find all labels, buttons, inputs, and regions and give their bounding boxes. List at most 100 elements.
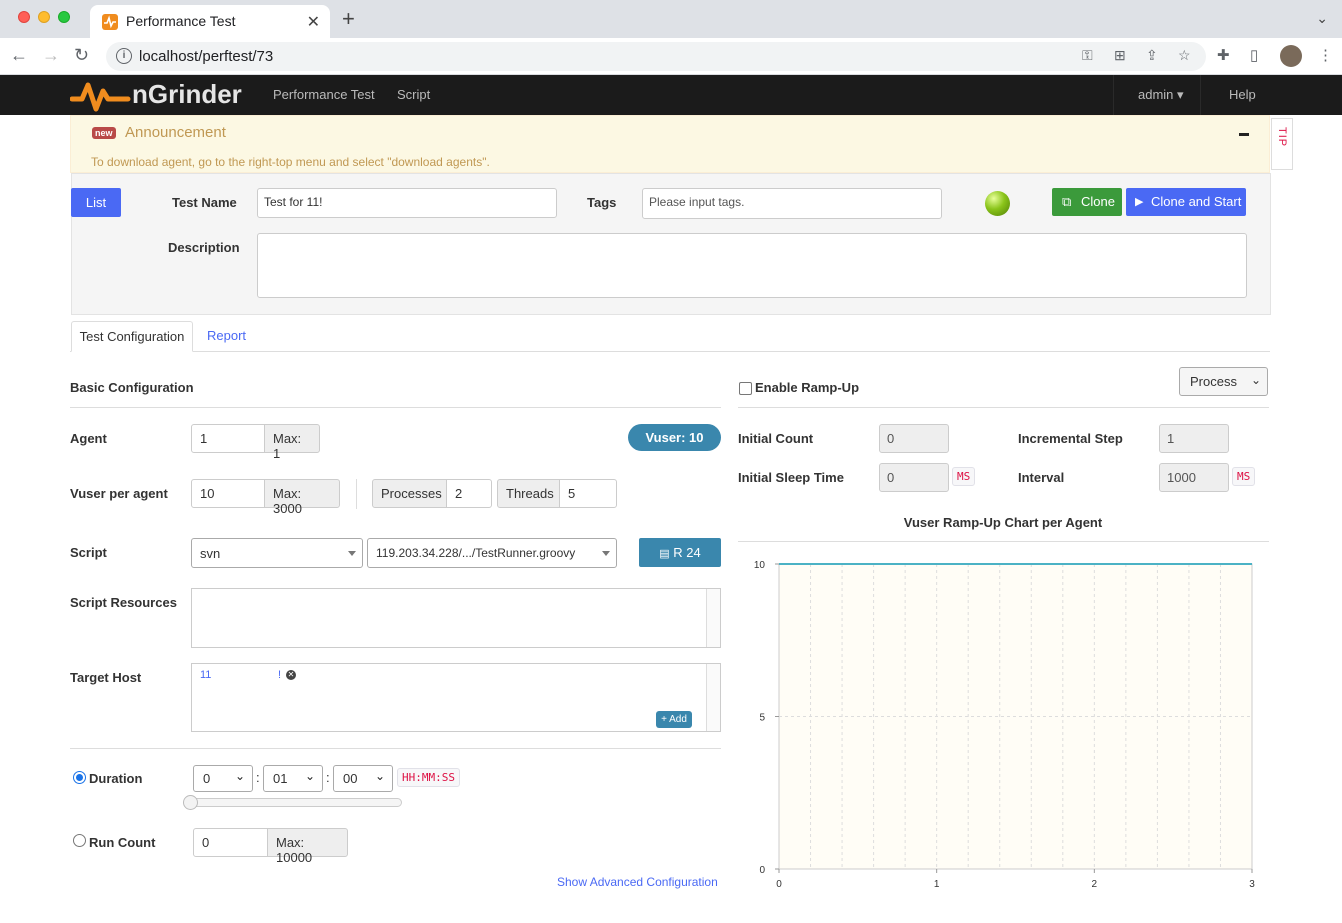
section-divider	[70, 407, 721, 408]
nav-divider	[1113, 75, 1114, 115]
duration-hours-select[interactable]: 0 ⌄	[193, 765, 253, 792]
interval-input[interactable]: 1000	[1159, 463, 1229, 492]
processes-input[interactable]: 2	[446, 479, 492, 508]
tabs-divider	[70, 351, 1270, 352]
tags-input[interactable]: Please input tags.	[642, 188, 942, 219]
vuser-per-agent-input[interactable]: 10	[191, 479, 265, 508]
vuser-total-badge: Vuser: 10	[628, 424, 721, 451]
duration-seconds-select[interactable]: 00 ⌄	[333, 765, 393, 792]
forward-arrow-icon[interactable]: →	[42, 45, 60, 66]
run-count-max-addon: Max: 10000	[267, 828, 348, 865]
site-info-icon[interactable]: i	[116, 48, 132, 64]
chart-x-tick-label: 0	[776, 879, 782, 890]
run-count-input[interactable]: 0	[193, 828, 268, 857]
side-panel-icon[interactable]: ▯	[1250, 46, 1258, 64]
chevron-down-icon: ⌄	[1250, 373, 1261, 387]
tab-close-icon[interactable]: ✕	[307, 12, 320, 32]
chart-x-tick-label: 3	[1249, 879, 1255, 890]
script-file-select[interactable]: 119.203.34.228/.../TestRunner.groovy	[367, 538, 617, 568]
announcement-title: Announcement	[125, 124, 226, 141]
target-host-tag[interactable]: 11	[200, 669, 211, 681]
nav-help[interactable]: Help	[1229, 87, 1256, 102]
logo-text: nGrinder	[132, 79, 242, 109]
show-advanced-config-link[interactable]: Show Advanced Configuration	[557, 875, 718, 889]
basic-config-title: Basic Configuration	[70, 380, 194, 395]
tip-tab[interactable]: TIP	[1271, 118, 1293, 170]
tab-report[interactable]: Report	[207, 328, 246, 343]
script-resources-box[interactable]	[191, 588, 721, 648]
scrollbar[interactable]	[706, 589, 720, 647]
script-repo-select[interactable]: svn	[191, 538, 363, 568]
rampup-chart: 0 5 10 0 1 2 3	[754, 560, 1255, 890]
chart-y-tick-label: 5	[759, 713, 765, 724]
list-button[interactable]: List	[71, 188, 121, 217]
key-icon[interactable]: ⚿	[1082, 47, 1093, 64]
time-separator: :	[256, 770, 260, 785]
add-host-button[interactable]: + Add	[656, 711, 692, 728]
test-status-icon[interactable]	[985, 191, 1010, 216]
back-arrow-icon[interactable]: ←	[10, 45, 28, 66]
vuser-per-agent-label: Vuser per agent	[70, 486, 168, 501]
announcement-panel: new Announcement To download agent, go t…	[70, 115, 1270, 173]
script-file-value: 119.203.34.228/.../TestRunner.groovy	[376, 546, 576, 560]
chart-x-tick-label: 2	[1092, 879, 1098, 890]
collapse-icon[interactable]	[1239, 133, 1249, 136]
description-label: Description	[168, 240, 240, 255]
tags-label: Tags	[587, 195, 617, 210]
chart-y-tick-label: 10	[754, 560, 766, 571]
translate-icon[interactable]: ⊞	[1114, 47, 1126, 64]
vuser-max-addon: Max: 3000	[264, 479, 340, 516]
extensions-puzzle-icon[interactable]: ✚	[1217, 46, 1230, 64]
incremental-step-input[interactable]: 1	[1159, 424, 1229, 453]
close-window-button[interactable]	[18, 11, 30, 23]
agent-count-input[interactable]: 1	[191, 424, 265, 453]
run-count-radio[interactable]	[73, 834, 86, 847]
nav-script[interactable]: Script	[397, 87, 430, 102]
clone-button-label: Clone	[1081, 194, 1115, 209]
reload-icon[interactable]: ↻	[74, 45, 89, 66]
revision-label: R 24	[673, 545, 701, 560]
profile-avatar[interactable]	[1280, 45, 1302, 67]
duration-minutes-select[interactable]: 01 ⌄	[263, 765, 323, 792]
test-name-label: Test Name	[172, 195, 237, 210]
duration-slider-handle[interactable]	[183, 795, 198, 810]
vertical-divider	[356, 479, 357, 509]
chevron-down-icon: ⌄	[304, 769, 315, 783]
description-textarea[interactable]	[257, 233, 1247, 298]
duration-label: Duration	[89, 771, 143, 786]
new-tab-button[interactable]: +	[342, 6, 355, 32]
target-host-box[interactable]: 11 ! ✕ + Add	[191, 663, 721, 732]
rampup-mode-select[interactable]: Process ⌄	[1179, 367, 1268, 396]
ngrinder-logo[interactable]: nGrinder	[70, 75, 250, 115]
section-divider	[738, 541, 1269, 542]
chevron-down-icon: ⌄	[234, 769, 245, 783]
duration-slider-track[interactable]	[186, 798, 402, 807]
url-text[interactable]: localhost/perftest/73	[139, 48, 273, 65]
script-revision-button[interactable]: ▤ R 24	[639, 538, 721, 567]
browser-menu-icon[interactable]: ⋮	[1318, 46, 1333, 64]
duration-radio[interactable]	[73, 771, 86, 784]
section-divider	[738, 407, 1269, 408]
ms-unit-badge: MS	[1232, 467, 1256, 486]
maximize-window-button[interactable]	[58, 11, 70, 23]
clone-and-start-button[interactable]: ▶ Clone and Start	[1126, 188, 1246, 216]
enable-rampup-checkbox[interactable]	[739, 382, 752, 395]
remove-host-icon[interactable]: ✕	[286, 670, 296, 680]
browser-tab[interactable]: Performance Test ✕	[90, 5, 330, 38]
tab-search-chevron-icon[interactable]: ⌄	[1316, 10, 1328, 27]
test-name-input[interactable]: Test for 11!	[257, 188, 557, 218]
initial-sleep-input[interactable]: 0	[879, 463, 949, 492]
share-icon[interactable]: ⇪	[1146, 47, 1158, 64]
nav-performance-test[interactable]: Performance Test	[273, 87, 375, 102]
scrollbar[interactable]	[706, 664, 720, 731]
duration-minutes-value: 01	[273, 771, 288, 786]
initial-count-input[interactable]: 0	[879, 424, 949, 453]
threads-input[interactable]: 5	[559, 479, 617, 508]
bookmark-star-icon[interactable]: ☆	[1178, 47, 1191, 64]
user-menu[interactable]: admin ▾	[1138, 87, 1184, 103]
threads-addon: Threads	[497, 479, 560, 508]
clone-button[interactable]: ⧉ Clone	[1052, 188, 1122, 216]
address-bar[interactable]: i localhost/perftest/73 ⚿ ⊞ ⇪ ☆	[106, 42, 1206, 71]
minimize-window-button[interactable]	[38, 11, 50, 23]
tab-test-configuration[interactable]: Test Configuration	[71, 321, 193, 352]
